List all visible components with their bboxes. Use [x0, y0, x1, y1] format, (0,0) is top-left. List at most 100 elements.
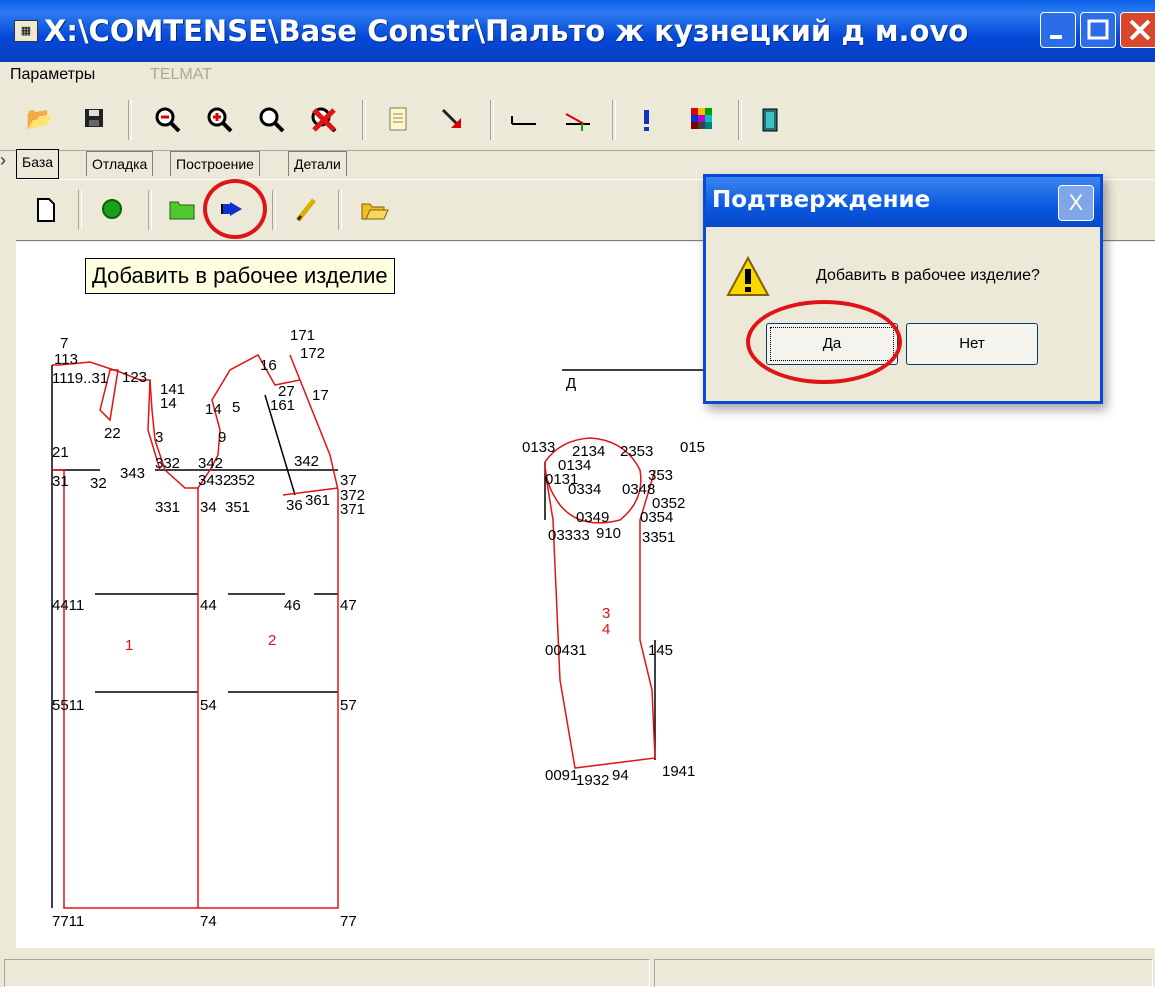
- toolbar-separator: [338, 190, 342, 230]
- tab-otladka[interactable]: Отладка: [86, 151, 154, 176]
- point-label: 113: [54, 351, 78, 368]
- point-label: 1932: [576, 772, 609, 789]
- point-label: 4411: [52, 597, 84, 614]
- main-toolbar: 📂: [0, 90, 1155, 151]
- no-button[interactable]: Нет: [906, 323, 1038, 365]
- menu-parameters[interactable]: Параметры: [10, 66, 95, 84]
- measure-angle-icon[interactable]: [562, 106, 590, 134]
- dialog-close-button[interactable]: X: [1058, 185, 1094, 221]
- measure-line-icon[interactable]: [508, 106, 536, 134]
- dialog-title: Подтверждение: [712, 187, 931, 213]
- toolbar-separator: [362, 100, 366, 140]
- point-label: 0091: [545, 767, 578, 784]
- piece-label: 4: [602, 621, 610, 638]
- point-label: 34: [200, 499, 217, 516]
- dialog-title-bar[interactable]: Подтверждение X: [706, 177, 1100, 227]
- maximize-button[interactable]: [1080, 12, 1116, 48]
- point-label: 342: [198, 455, 223, 472]
- point-label: 0349: [576, 509, 609, 526]
- exclamation-icon[interactable]: [632, 106, 660, 134]
- point-label: 910: [596, 525, 621, 542]
- point-label: 343: [120, 465, 145, 482]
- point-label: 7711: [52, 913, 84, 930]
- point-label: 0133: [522, 439, 555, 456]
- toolbar-separator: [148, 190, 152, 230]
- point-label: 3351: [642, 529, 675, 546]
- point-label: 17: [312, 387, 329, 404]
- dialog-message: Добавить в рабочее изделие?: [816, 267, 1040, 284]
- status-bar: [0, 957, 1155, 987]
- point-label: 22: [104, 425, 121, 442]
- point-label: 94: [612, 767, 629, 784]
- close-icon: [1129, 19, 1151, 41]
- point-label: 3: [155, 429, 163, 446]
- highlight-circle: [746, 300, 902, 384]
- piece-label: 2: [268, 632, 276, 649]
- point-label: 57: [340, 697, 357, 714]
- delete-icon[interactable]: [310, 106, 338, 134]
- point-label: 36: [286, 497, 303, 514]
- app-window: ▦ X:\COMTENSE\Base Constr\Пальто ж кузне…: [0, 0, 1155, 987]
- zoom-in-icon[interactable]: [206, 106, 234, 134]
- point-label: 14: [205, 401, 222, 418]
- point-label: 03333: [548, 527, 590, 544]
- exit-door-icon[interactable]: [756, 106, 784, 134]
- app-icon[interactable]: ▦: [14, 20, 38, 42]
- tab-baza[interactable]: База: [16, 149, 60, 179]
- tab-detali[interactable]: Детали: [288, 151, 347, 176]
- toolbar-separator: [78, 190, 82, 230]
- zoom-icon[interactable]: [258, 106, 286, 134]
- new-document-icon[interactable]: [32, 196, 60, 224]
- point-label: 1941: [662, 763, 695, 780]
- point-label: 332: [155, 455, 180, 472]
- toolbar-separator: [738, 100, 742, 140]
- point-label: 361: [305, 492, 330, 509]
- close-icon: X: [1068, 190, 1084, 215]
- toolbar-separator: [612, 100, 616, 140]
- point-label: 47: [340, 597, 357, 614]
- point-label: 00431: [545, 642, 587, 659]
- color-grid-icon[interactable]: [688, 106, 716, 134]
- point-label: 015: [680, 439, 705, 456]
- point-label: 46: [284, 597, 301, 614]
- point-label: 123: [122, 369, 147, 386]
- menu-telmat[interactable]: TELMAT: [150, 66, 212, 84]
- point-label: 352: [230, 472, 255, 489]
- zoom-out-icon[interactable]: [154, 106, 182, 134]
- green-circle-icon[interactable]: [98, 196, 126, 224]
- point-label: 77: [340, 913, 357, 930]
- point-label: 2353: [620, 443, 653, 460]
- point-label: 32: [90, 475, 107, 492]
- point-label: 74: [200, 913, 217, 930]
- minimize-button[interactable]: [1040, 12, 1076, 48]
- close-button[interactable]: [1120, 12, 1155, 48]
- open-folder-icon[interactable]: [360, 196, 389, 224]
- point-label: 331: [155, 499, 180, 516]
- toolbar-separator: [272, 190, 276, 230]
- point-label: 31: [52, 473, 69, 490]
- point-label: 161: [270, 397, 295, 414]
- title-bar[interactable]: ▦ X:\COMTENSE\Base Constr\Пальто ж кузне…: [0, 0, 1155, 62]
- point-label: 351: [225, 499, 250, 516]
- point-label: 5: [232, 399, 240, 416]
- save-icon[interactable]: [80, 106, 108, 134]
- point-label: 9: [218, 429, 226, 446]
- folder-icon[interactable]: [168, 196, 196, 224]
- tab-postroenie[interactable]: Построение: [170, 151, 260, 176]
- point-label: 171: [290, 327, 315, 344]
- point-label: 172: [300, 345, 325, 362]
- point-label: 342: [294, 453, 319, 470]
- document-icon[interactable]: [384, 106, 412, 134]
- open-folder-icon[interactable]: 📂: [26, 106, 54, 134]
- minimize-icon: [1050, 35, 1062, 39]
- point-label: 371: [340, 501, 365, 518]
- point-label: 0334: [568, 481, 601, 498]
- point-label: 54: [200, 697, 217, 714]
- piece-label: 3: [602, 605, 610, 622]
- point-label: 1119..31: [52, 370, 108, 387]
- tooltip: Добавить в рабочее изделие: [85, 258, 395, 294]
- pointer-arrow-icon[interactable]: [438, 106, 466, 134]
- pencil-icon[interactable]: [292, 196, 320, 224]
- confirmation-dialog: Подтверждение X Добавить в рабочее издел…: [703, 174, 1103, 404]
- point-label: 5511: [52, 697, 84, 714]
